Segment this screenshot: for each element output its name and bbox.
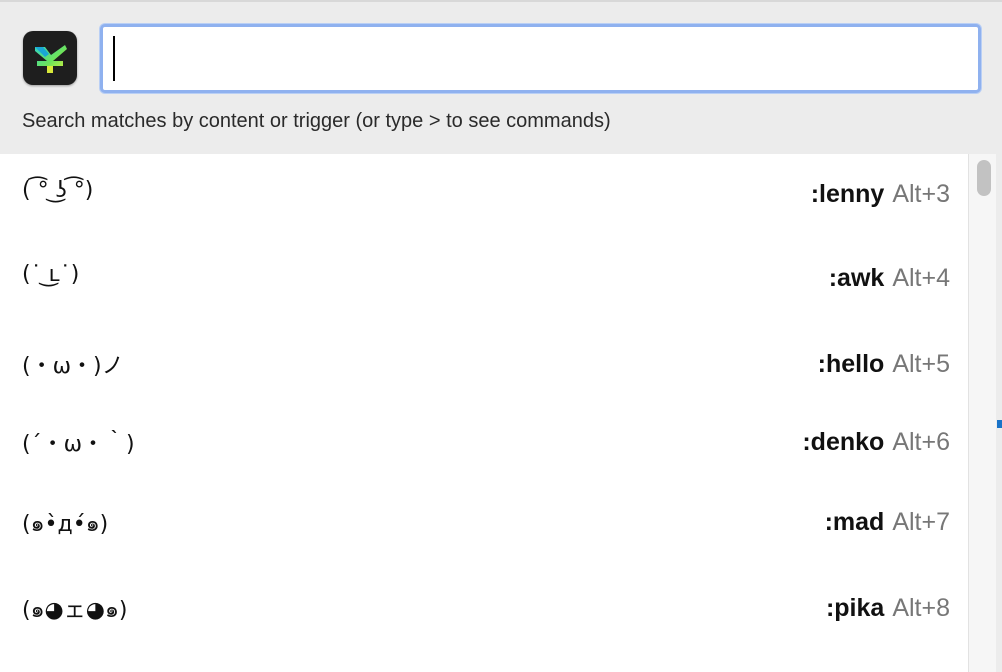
search-input[interactable] <box>111 33 975 86</box>
match-shortcut: Alt+8 <box>892 594 950 622</box>
espanso-app-icon <box>23 31 77 85</box>
list-item[interactable]: (˙ ͜ʟ˙) :awk Alt+4 <box>0 238 968 318</box>
match-content: ( ͡° ͜ʖ ͡°) <box>22 178 94 203</box>
search-header: Search matches by content or trigger (or… <box>0 0 1002 154</box>
background-window-marker <box>997 420 1002 428</box>
match-trigger: :pika <box>825 594 885 622</box>
match-trigger: :awk <box>828 264 885 292</box>
match-content: (˙ ͜ʟ˙) <box>22 262 80 287</box>
search-hint: Search matches by content or trigger (or… <box>22 110 611 132</box>
match-list[interactable]: ( ͡° ͜ʖ ͡°) :lenny Alt+3 (˙ ͜ʟ˙) :awk Alt+… <box>0 154 968 672</box>
window-edge <box>996 154 1002 672</box>
match-trigger: :hello <box>817 350 885 378</box>
match-meta: :awk Alt+4 <box>829 264 950 293</box>
list-item[interactable]: (๑◕ェ◕๑) :pika Alt+8 <box>0 568 968 648</box>
match-meta: :denko Alt+6 <box>802 428 950 457</box>
match-shortcut: Alt+5 <box>892 350 950 378</box>
text-caret <box>113 36 115 81</box>
match-content: (・ω・)ノ <box>22 354 124 379</box>
match-meta: :mad Alt+7 <box>825 508 950 537</box>
match-shortcut: Alt+3 <box>892 180 950 208</box>
match-trigger: :denko <box>802 428 885 456</box>
list-scrollbar[interactable] <box>968 154 996 672</box>
match-shortcut: Alt+6 <box>892 428 950 456</box>
scrollbar-thumb[interactable] <box>977 160 991 196</box>
list-item[interactable]: (´・ω・｀) :denko Alt+6 <box>0 402 968 482</box>
match-meta: :hello Alt+5 <box>818 350 950 379</box>
match-shortcut: Alt+4 <box>892 264 950 292</box>
match-trigger: :lenny <box>810 180 885 208</box>
list-item[interactable]: (・ω・)ノ :hello Alt+5 <box>0 324 968 404</box>
match-trigger: :mad <box>824 508 885 536</box>
match-shortcut: Alt+7 <box>892 508 950 536</box>
search-field[interactable] <box>100 24 981 93</box>
search-window: Search matches by content or trigger (or… <box>0 0 1002 672</box>
list-item[interactable]: (๑•̀д•́๑) :mad Alt+7 <box>0 482 968 562</box>
match-meta: :pika Alt+8 <box>826 594 950 623</box>
match-content: (´・ω・｀) <box>22 432 135 457</box>
list-item[interactable]: ( ͡° ͜ʖ ͡°) :lenny Alt+3 <box>0 154 968 234</box>
match-meta: :lenny Alt+3 <box>811 180 950 209</box>
match-content: (๑◕ェ◕๑) <box>22 598 128 623</box>
match-content: (๑•̀д•́๑) <box>22 512 109 537</box>
